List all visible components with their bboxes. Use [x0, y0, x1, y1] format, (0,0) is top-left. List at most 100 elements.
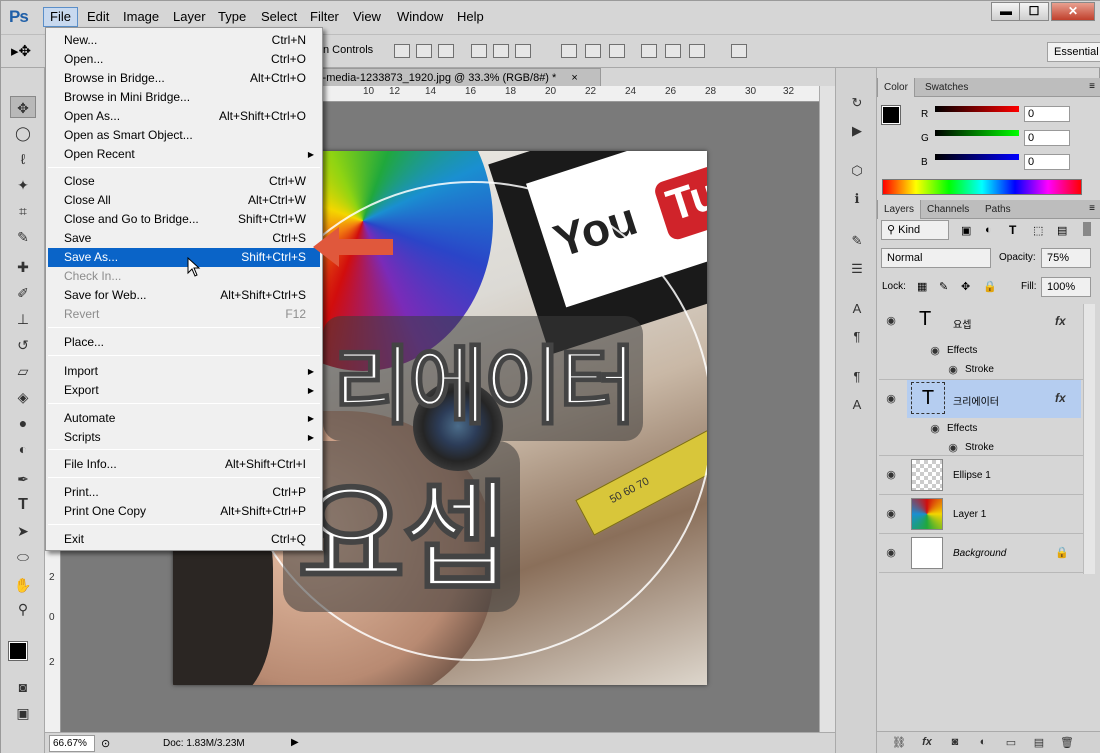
stroke-visibility-eye-icon[interactable]: ◉	[945, 363, 961, 377]
effects-visibility-eye-icon[interactable]: ◉	[927, 422, 943, 436]
document-tab-close-icon[interactable]: ×	[571, 72, 577, 84]
link-layers-icon[interactable]: ⛓	[891, 736, 907, 750]
color-foreground-swatch[interactable]	[881, 105, 901, 125]
filter-adjustment-icon[interactable]: ◐	[985, 224, 992, 236]
align-right-icon[interactable]	[515, 44, 531, 58]
menu-window[interactable]: Window	[391, 7, 449, 27]
menu-item-browse-in-mini-bridge[interactable]: Browse in Mini Bridge...	[48, 88, 320, 107]
brush-tool-icon[interactable]: ✐	[10, 282, 36, 304]
lock-image-icon[interactable]: ✎	[939, 280, 948, 293]
filter-type-icon[interactable]: T	[1009, 223, 1016, 237]
menu-item-close-all[interactable]: Close All Alt+Ctrl+W	[48, 191, 320, 210]
menu-item-scripts[interactable]: Scripts ▶	[48, 428, 320, 447]
canvas-vertical-scrollbar[interactable]	[819, 86, 835, 732]
menu-item-open-as[interactable]: Open As... Alt+Shift+Ctrl+O	[48, 107, 320, 126]
menu-item-browse-in-bridge[interactable]: Browse in Bridge... Alt+Ctrl+O	[48, 69, 320, 88]
actions-panel-icon[interactable]: ▶	[847, 122, 867, 140]
layer-name[interactable]: Ellipse 1	[953, 470, 991, 481]
character-styles-icon[interactable]: A	[847, 396, 867, 414]
filter-toggle[interactable]	[1083, 222, 1091, 236]
layer-row[interactable]: ◉ T 요셉 fx ◉ Effects ◉ Stroke	[879, 304, 1083, 380]
distribute-left-icon[interactable]	[641, 44, 657, 58]
color-panel-menu-icon[interactable]: ≡	[1089, 81, 1095, 92]
layer-filter-kind[interactable]: ⚲ Kind	[881, 220, 949, 240]
b-channel-slider[interactable]	[935, 154, 1019, 160]
menu-image[interactable]: Image	[117, 7, 165, 27]
layer-name[interactable]: Background	[953, 548, 1006, 559]
r-channel-slider[interactable]	[935, 106, 1019, 112]
distribute-hcenter-icon[interactable]	[665, 44, 681, 58]
tab-swatches[interactable]: Swatches	[919, 78, 974, 97]
paragraph-styles-icon[interactable]: ¶	[847, 368, 867, 386]
distribute-vcenter-icon[interactable]	[585, 44, 601, 58]
menu-item-save-for-web[interactable]: Save for Web... Alt+Shift+Ctrl+S	[48, 286, 320, 305]
new-layer-icon[interactable]: ▤	[1031, 736, 1047, 750]
hand-tool-icon[interactable]: ✋	[10, 574, 36, 596]
menu-item-automate[interactable]: Automate ▶	[48, 409, 320, 428]
foreground-color-swatch[interactable]	[8, 641, 28, 661]
menu-item-save-as[interactable]: Save As... Shift+Ctrl+S	[48, 248, 320, 267]
layer-fx-icon[interactable]: fx	[1055, 391, 1066, 405]
menu-item-export[interactable]: Export ▶	[48, 381, 320, 400]
adjustments-panel-icon[interactable]: ☰	[847, 260, 867, 278]
show-transform-controls-label[interactable]: n Controls	[323, 44, 373, 56]
character-panel-icon[interactable]: A	[847, 300, 867, 318]
layer-visibility-eye-icon[interactable]: ◉	[883, 468, 899, 482]
layer-stroke-label[interactable]: Stroke	[965, 364, 994, 375]
info-panel-icon[interactable]: ℹ	[847, 190, 867, 208]
dodge-tool-icon[interactable]: ◐	[10, 438, 36, 460]
menu-help[interactable]: Help	[451, 7, 490, 27]
layer-visibility-eye-icon[interactable]: ◉	[883, 314, 899, 328]
paragraph-panel-icon[interactable]: ¶	[847, 328, 867, 346]
layer-visibility-eye-icon[interactable]: ◉	[883, 507, 899, 521]
quick-mask-icon[interactable]: ◙	[10, 676, 36, 698]
layer-fx-icon[interactable]: fx	[1055, 314, 1066, 328]
tab-color[interactable]: Color	[877, 78, 915, 97]
tab-channels[interactable]: Channels	[921, 200, 975, 219]
quick-select-tool-icon[interactable]: ✦	[10, 174, 36, 196]
3d-panel-icon[interactable]: ⬡	[847, 162, 867, 180]
clone-stamp-tool-icon[interactable]: ⊥	[10, 308, 36, 330]
lock-position-icon[interactable]: ✥	[961, 280, 970, 293]
eraser-tool-icon[interactable]: ▱	[10, 360, 36, 382]
menu-item-place[interactable]: Place...	[48, 333, 320, 352]
lock-all-icon[interactable]: 🔒	[983, 280, 997, 293]
g-channel-slider[interactable]	[935, 130, 1019, 136]
blur-tool-icon[interactable]: ●	[10, 412, 36, 434]
align-bottom-icon[interactable]	[438, 44, 454, 58]
menu-item-open-as-smart-object[interactable]: Open as Smart Object...	[48, 126, 320, 145]
menu-item-import[interactable]: Import ▶	[48, 362, 320, 381]
align-top-icon[interactable]	[394, 44, 410, 58]
new-group-icon[interactable]: ▭	[1003, 736, 1019, 750]
marquee-tool-icon[interactable]: ◯	[10, 122, 36, 144]
menu-file[interactable]: File	[43, 7, 78, 27]
minimize-button[interactable]: ▬	[991, 2, 1021, 21]
layer-name[interactable]: 크리에이터	[953, 393, 999, 408]
align-hcenter-icon[interactable]	[493, 44, 509, 58]
layers-panel-menu-icon[interactable]: ≡	[1089, 203, 1095, 214]
menu-item-close-and-go-to-bridge[interactable]: Close and Go to Bridge... Shift+Ctrl+W	[48, 210, 320, 229]
layer-row[interactable]: ◉ Background 🔒	[879, 534, 1083, 573]
menu-item-print-one-copy[interactable]: Print One Copy Alt+Shift+Ctrl+P	[48, 502, 320, 521]
status-options-icon[interactable]: ⊙	[101, 737, 110, 750]
distribute-right-icon[interactable]	[689, 44, 705, 58]
type-tool-icon[interactable]: T	[10, 494, 36, 516]
menu-type[interactable]: Type	[212, 7, 252, 27]
color-spectrum-bar[interactable]	[882, 179, 1082, 195]
pen-tool-icon[interactable]: ✒	[10, 468, 36, 490]
layer-mask-icon[interactable]: ◙	[947, 736, 963, 750]
workspace-switcher[interactable]: Essential	[1047, 42, 1100, 62]
menu-item-save[interactable]: Save Ctrl+S	[48, 229, 320, 248]
document-tab[interactable]: al-media-1233873_1920.jpg @ 33.3% (RGB/8…	[301, 68, 601, 86]
history-brush-tool-icon[interactable]: ↺	[10, 334, 36, 356]
menu-select[interactable]: Select	[255, 7, 303, 27]
menu-filter[interactable]: Filter	[304, 7, 345, 27]
menu-edit[interactable]: Edit	[81, 7, 115, 27]
menu-item-file-info[interactable]: File Info... Alt+Shift+Ctrl+I	[48, 455, 320, 474]
filter-shape-icon[interactable]: ⬚	[1033, 224, 1043, 237]
align-left-icon[interactable]	[471, 44, 487, 58]
layer-name[interactable]: 요셉	[953, 316, 971, 331]
tab-layers[interactable]: Layers	[877, 200, 922, 219]
filter-pixel-icon[interactable]: ▣	[961, 224, 971, 237]
zoom-tool-icon[interactable]: ⚲	[10, 598, 36, 620]
